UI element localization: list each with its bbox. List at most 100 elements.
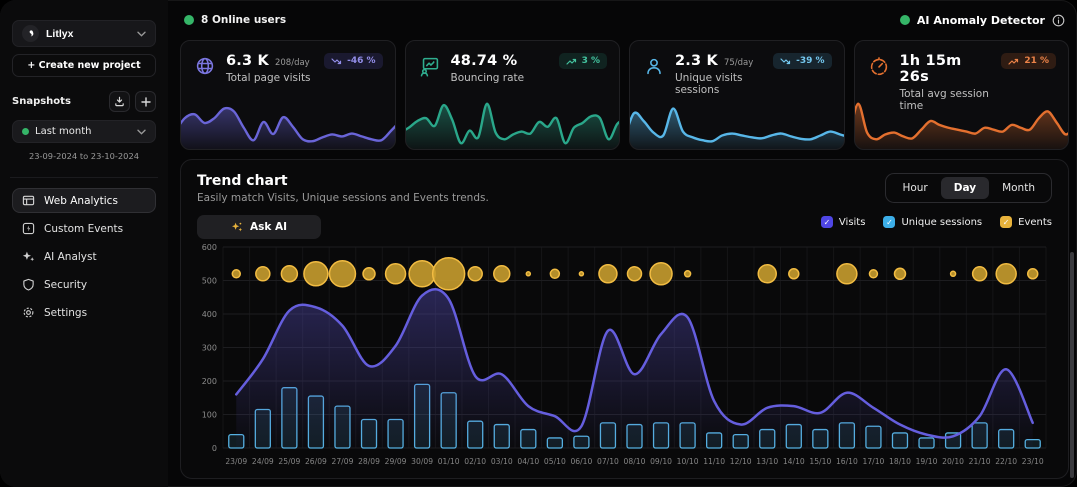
svg-text:24/09: 24/09 [252, 457, 274, 466]
browser-icon [22, 194, 35, 207]
svg-text:08/10: 08/10 [624, 457, 646, 466]
svg-text:11/10: 11/10 [703, 457, 725, 466]
svg-text:25/09: 25/09 [278, 457, 300, 466]
stat-card-total-page-visits[interactable]: 6.3 K 208/day Total page visits -46 % [180, 40, 396, 150]
range-toggle: Hour Day Month [885, 173, 1052, 203]
svg-text:23/09: 23/09 [225, 457, 247, 466]
trend-chart-panel: Trend chart Easily match Visits, Unique … [180, 159, 1069, 479]
stat-cards-row: 6.3 K 208/day Total page visits -46 % [180, 40, 1069, 150]
stat-value: 6.3 K [226, 53, 269, 69]
stat-card-bouncing-rate[interactable]: 48.74 % Bouncing rate 3 % [405, 40, 621, 150]
svg-text:18/10: 18/10 [889, 457, 911, 466]
svg-text:0: 0 [212, 444, 217, 453]
sparkline-bouncing-rate [405, 92, 621, 150]
snapshots-label: Snapshots [12, 96, 71, 107]
svg-text:500: 500 [202, 277, 217, 286]
snapshots-row: Snapshots [12, 91, 156, 112]
svg-text:30/09: 30/09 [411, 457, 433, 466]
svg-text:19/10: 19/10 [916, 457, 938, 466]
snapshot-add-button[interactable] [135, 91, 156, 112]
stat-value: 2.3 K [675, 53, 718, 69]
svg-text:20/10: 20/10 [942, 457, 964, 466]
snapshot-date-range: 23-09-2024 to 23-10-2024 [12, 151, 156, 161]
sparkline-avg-session-time [854, 92, 1070, 150]
person-icon [642, 54, 666, 82]
stat-per-day: 208/day [275, 58, 310, 68]
period-status-dot [22, 128, 29, 135]
trend-title: Trend chart [197, 173, 489, 189]
legend-events[interactable]: ✓ Events [1000, 216, 1052, 228]
ask-ai-button[interactable]: Ask AI [197, 215, 321, 239]
plus-icon [141, 97, 151, 107]
sidebar-item-custom-events[interactable]: Custom Events [12, 216, 156, 241]
svg-text:07/10: 07/10 [597, 457, 619, 466]
sidebar-item-ai-analyst[interactable]: AI Analyst [12, 244, 156, 269]
sparkline-unique-visits [629, 92, 845, 150]
svg-text:03/10: 03/10 [491, 457, 513, 466]
stat-value: 1h 15m 26s [900, 53, 987, 85]
svg-text:16/10: 16/10 [836, 457, 858, 466]
gear-icon [22, 306, 35, 319]
stat-title: Bouncing rate [451, 72, 550, 84]
svg-text:04/10: 04/10 [517, 457, 539, 466]
sidebar-menu: Web Analytics Custom Events AI Analyst S… [12, 188, 156, 325]
svg-text:15/10: 15/10 [809, 457, 831, 466]
sidebar-item-settings[interactable]: Settings [12, 300, 156, 325]
svg-text:13/10: 13/10 [756, 457, 778, 466]
trend-down-icon [780, 57, 791, 66]
svg-text:27/09: 27/09 [332, 457, 354, 466]
sparkles-icon [22, 250, 35, 263]
period-selected: Last month [35, 126, 131, 137]
trend-header-right: Hour Day Month ✓ Visits ✓ Unique session… [821, 173, 1052, 228]
sidebar: Litlyx + Create new project Snapshots La… [0, 0, 168, 487]
create-project-button[interactable]: + Create new project [12, 54, 156, 77]
checkbox-unique-sessions: ✓ [883, 216, 895, 228]
svg-text:400: 400 [202, 310, 217, 319]
svg-text:28/09: 28/09 [358, 457, 380, 466]
chevron-down-icon [137, 129, 146, 135]
stat-card-avg-session-time[interactable]: 1h 15m 26s Total avg session time 21 % [854, 40, 1070, 150]
svg-text:22/10: 22/10 [995, 457, 1017, 466]
stat-card-unique-visits[interactable]: 2.3 K 75/day Unique visits sessions -39 … [629, 40, 845, 150]
sparkles-icon [231, 221, 243, 233]
trend-down-icon [331, 57, 342, 66]
trend-badge: 3 % [559, 53, 607, 69]
trend-subtitle: Easily match Visits, Unique sessions and… [197, 192, 489, 204]
trend-badge: -39 % [773, 53, 831, 69]
trend-up-icon [566, 57, 577, 66]
trend-chart[interactable]: 010020030040050060023/0924/0925/0926/092… [197, 243, 1052, 471]
project-selector[interactable]: Litlyx [12, 20, 156, 47]
tab-month[interactable]: Month [989, 177, 1048, 199]
svg-text:300: 300 [202, 344, 217, 353]
tab-hour[interactable]: Hour [889, 177, 940, 199]
trend-header-left: Trend chart Easily match Visits, Unique … [197, 173, 489, 239]
svg-text:600: 600 [202, 243, 217, 252]
legend-visits[interactable]: ✓ Visits [821, 216, 866, 228]
trend-badge: -46 % [324, 53, 382, 69]
snapshot-period-select[interactable]: Last month [12, 120, 156, 143]
info-icon[interactable] [1052, 14, 1065, 27]
timer-icon [867, 54, 891, 82]
sidebar-item-security[interactable]: Security [12, 272, 156, 297]
svg-text:02/10: 02/10 [464, 457, 486, 466]
sparkline-total-page-visits [180, 92, 396, 150]
legend-unique-sessions[interactable]: ✓ Unique sessions [883, 216, 982, 228]
project-name: Litlyx [46, 28, 130, 40]
online-users: 8 Online users [184, 14, 286, 26]
litlyx-logo-icon [22, 25, 39, 42]
svg-text:14/10: 14/10 [783, 457, 805, 466]
topbar: 8 Online users AI Anomaly Detector [180, 0, 1069, 40]
tab-day[interactable]: Day [941, 177, 989, 199]
svg-text:06/10: 06/10 [570, 457, 592, 466]
svg-text:09/10: 09/10 [650, 457, 672, 466]
ai-anomaly-detector: AI Anomaly Detector [900, 14, 1065, 27]
sidebar-item-web-analytics[interactable]: Web Analytics [12, 188, 156, 213]
event-bolt-icon [22, 222, 35, 235]
stat-per-day: 75/day [724, 58, 753, 68]
chart-legend: ✓ Visits ✓ Unique sessions ✓ Events [821, 216, 1052, 228]
snapshot-download-button[interactable] [109, 91, 130, 112]
svg-text:10/10: 10/10 [677, 457, 699, 466]
stat-value: 48.74 % [451, 53, 518, 69]
checkbox-events: ✓ [1000, 216, 1012, 228]
scrollbar[interactable] [1070, 252, 1074, 478]
